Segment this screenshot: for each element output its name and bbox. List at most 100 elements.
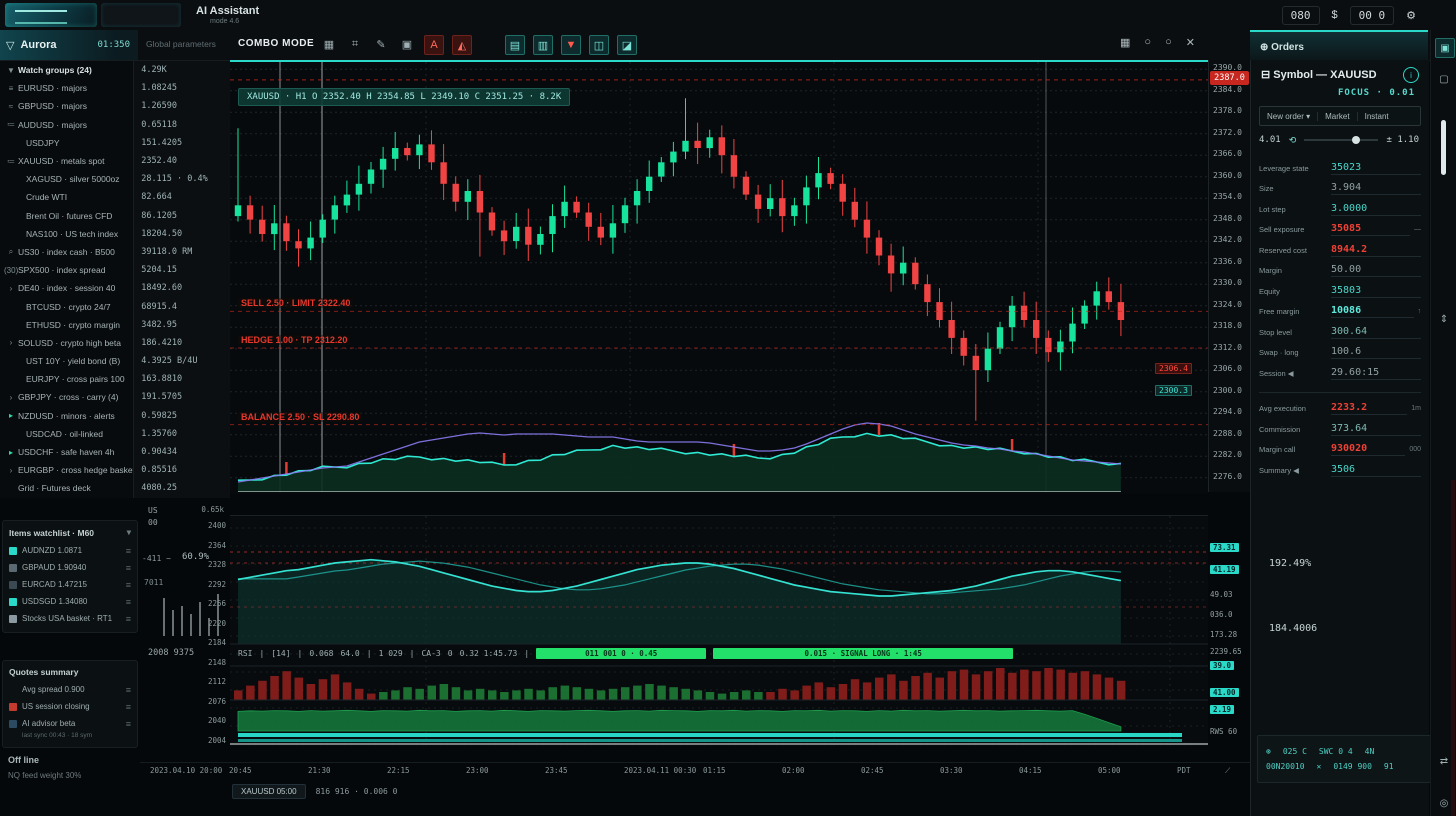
app-tab-title[interactable]: AI Assistant (196, 5, 259, 17)
volume-slider[interactable] (1304, 139, 1378, 141)
tree-row[interactable]: Brent Oil · futures CFD86.1205 (0, 207, 230, 225)
trend-icon[interactable]: ⟋ (1225, 766, 1230, 776)
deviation-value[interactable]: ± 1.10 (1386, 135, 1419, 145)
order-field-row[interactable]: Stop level300.64 (1259, 322, 1421, 343)
chart-type-icon[interactable]: ◪ (617, 35, 637, 55)
alert-tool-icon[interactable]: ◭ (452, 35, 472, 55)
scrollbar-thumb[interactable] (1441, 120, 1446, 175)
watchlist-item[interactable]: EURCAD 1.47215≡ (3, 576, 137, 593)
chevron-down-icon[interactable]: ▾ (127, 527, 131, 538)
tree-row[interactable]: ▸NZDUSD · minors · alerts0.59825 (0, 407, 230, 425)
tree-row[interactable]: NAS100 · US tech index18204.50 (0, 225, 230, 243)
indicator-panel[interactable] (230, 515, 1208, 746)
tree-row[interactable]: ›EURGBP · cross hedge basket0.85516 (0, 461, 230, 479)
combo-mode-label[interactable]: COMBO MODE (238, 38, 314, 49)
time-axis[interactable]: 2023.04.10 20:0020:4521:3022:1523:0023:4… (140, 762, 1280, 779)
tree-row[interactable]: UST 10Y · yield bond (B)4.3925 B/4U (0, 352, 230, 370)
order-field-row[interactable]: Reserved cost8944.2 (1259, 240, 1421, 261)
quotes-item[interactable]: AI advisor beta≡ (3, 715, 137, 732)
coin-icon[interactable]: $ (1332, 9, 1338, 21)
watchlist-item[interactable]: USDSGD 1.34080≡ (3, 593, 137, 610)
drag-handle-icon[interactable]: ≡ (126, 546, 131, 556)
tree-row[interactable]: (30)SPX500 · index spread5204.15 (0, 261, 230, 279)
order-field-row[interactable]: Session ◀29.60:15 (1259, 363, 1421, 384)
tree-row[interactable]: ⌕US30 · index cash · B50039118.0 RM (0, 243, 230, 261)
alert-tool-icon[interactable]: A (424, 35, 444, 55)
strip-tool-icon[interactable]: ⇕ (1435, 310, 1453, 328)
strip-tool-icon[interactable]: ◎ (1435, 794, 1453, 812)
chart-type-icon[interactable]: ▤ (505, 35, 525, 55)
strip-tool-icon[interactable]: ▣ (1435, 38, 1455, 58)
counter-1[interactable]: 080 (1282, 6, 1320, 25)
app-logo[interactable] (5, 3, 97, 27)
refresh-icon[interactable]: ⟲ (1289, 135, 1297, 146)
gear-icon[interactable]: ⚙ (1406, 9, 1416, 22)
tree-row[interactable]: ≡EURUSD · majors1.08245 (0, 79, 230, 97)
tree-row[interactable]: USDCAD · oil-linked1.35760 (0, 425, 230, 443)
order-type-segment[interactable]: Market (1318, 112, 1357, 121)
strip-signal-block[interactable]: 011 001 0 · 0.45 (536, 648, 706, 659)
strip-tool-icon[interactable]: ⇄ (1435, 752, 1453, 770)
order-field-row[interactable]: Margin call930020000 (1259, 440, 1421, 461)
slider-knob[interactable] (1352, 136, 1360, 144)
window-control-icon[interactable]: ▦ (1120, 36, 1130, 49)
drag-handle-icon[interactable]: ≡ (126, 719, 131, 729)
order-field-row[interactable]: Lot step3.0000 (1259, 199, 1421, 220)
tree-row[interactable]: ETHUSD · crypto margin3482.95 (0, 316, 230, 334)
tool-icon[interactable]: ✎ (372, 35, 390, 53)
order-type-segment[interactable]: Instant (1358, 112, 1396, 121)
tree-row[interactable]: ›DE40 · index · session 4018492.60 (0, 279, 230, 297)
price-axis[interactable]: 2390.02384.02378.02372.02366.02360.02354… (1208, 60, 1251, 492)
drag-handle-icon[interactable]: ≡ (126, 614, 131, 624)
strip-tool-icon[interactable]: ▢ (1435, 70, 1453, 88)
drag-handle-icon[interactable]: ≡ (126, 685, 131, 695)
order-field-row[interactable]: Sell exposure35085— (1259, 220, 1421, 241)
drag-handle-icon[interactable]: ≡ (126, 597, 131, 607)
tree-row[interactable]: ≔AUDUSD · majors0.65118 (0, 116, 230, 134)
drag-handle-icon[interactable]: ≡ (126, 563, 131, 573)
order-field-row[interactable]: Summary ◀3506 (1259, 460, 1421, 481)
tool-icon[interactable]: ▦ (320, 35, 338, 53)
order-field-row[interactable]: Size3.904 (1259, 179, 1421, 200)
chart-type-icon[interactable]: ▥ (533, 35, 553, 55)
order-field-row[interactable]: Swap · long100.6 (1259, 343, 1421, 364)
tree-row[interactable]: ▼Watch groups (24)4.29K (0, 61, 230, 79)
quotes-item[interactable]: US session closing≡ (3, 698, 137, 715)
order-field-row[interactable]: Equity35803 (1259, 281, 1421, 302)
order-field-row[interactable]: Leverage state35023 (1259, 158, 1421, 179)
global-parameters-label[interactable]: Global parameters (146, 39, 216, 49)
candlestick-chart[interactable] (230, 62, 1208, 492)
tree-row[interactable]: BTCUSD · crypto 24/768915.4 (0, 297, 230, 315)
tool-icon[interactable]: ⌗ (346, 35, 364, 53)
tool-icon[interactable]: ▣ (398, 35, 416, 53)
sidebar-header[interactable]: ▽ Aurora 01:350 (0, 30, 138, 60)
tree-row[interactable]: ≔XAUUSD · metals spot2352.40 (0, 152, 230, 170)
tree-row[interactable]: Grid · Futures deck4080.25 (0, 479, 230, 497)
order-field-row[interactable]: Free margin10086↑ (1259, 302, 1421, 323)
tree-row[interactable]: ›GBPJPY · cross · carry (4)191.5705 (0, 388, 230, 406)
counter-2[interactable]: 00 0 (1350, 6, 1395, 25)
indicator-chart[interactable] (230, 516, 1208, 745)
watchlist-item[interactable]: Stocks USA basket · RT1≡ (3, 610, 137, 627)
drag-handle-icon[interactable]: ≡ (126, 580, 131, 590)
selected-candle-box[interactable]: XAUUSD 05:00 (232, 784, 306, 799)
volume-value[interactable]: 4.01 (1259, 135, 1281, 145)
close-icon[interactable]: ✕ (1186, 36, 1195, 49)
order-field-row[interactable]: Commission373.64 (1259, 419, 1421, 440)
order-field-row[interactable]: Margin50.00 (1259, 261, 1421, 282)
strip-signal-block[interactable]: 0.015 · SIGNAL LONG · 1:45 (713, 648, 1013, 659)
tree-row[interactable]: ≈GBPUSD · majors1.26590 (0, 97, 230, 115)
watchlist-item[interactable]: AUDNZD 1.0871≡ (3, 542, 137, 559)
chart-type-icon[interactable]: ◫ (589, 35, 609, 55)
tree-row[interactable]: ›SOLUSD · crypto high beta186.4210 (0, 334, 230, 352)
order-field-row[interactable]: Avg execution2233.21m (1259, 399, 1421, 420)
orders-panel-header[interactable]: ⊕ Orders (1250, 30, 1428, 62)
secondary-logo-thumb[interactable] (101, 3, 181, 27)
watchlist-item[interactable]: GBPAUD 1.90940≡ (3, 559, 137, 576)
tree-row[interactable]: ▸USDCHF · safe haven 4h0.90434 (0, 443, 230, 461)
tree-row[interactable]: XAGUSD · silver 5000oz28.115 · 0.4% (0, 170, 230, 188)
tree-row[interactable]: EURJPY · cross pairs 100163.8810 (0, 370, 230, 388)
tree-row[interactable]: Crude WTI82.664 (0, 188, 230, 206)
order-type-segment[interactable]: New order ▾ (1260, 112, 1318, 121)
info-badge-icon[interactable]: i (1403, 67, 1419, 83)
